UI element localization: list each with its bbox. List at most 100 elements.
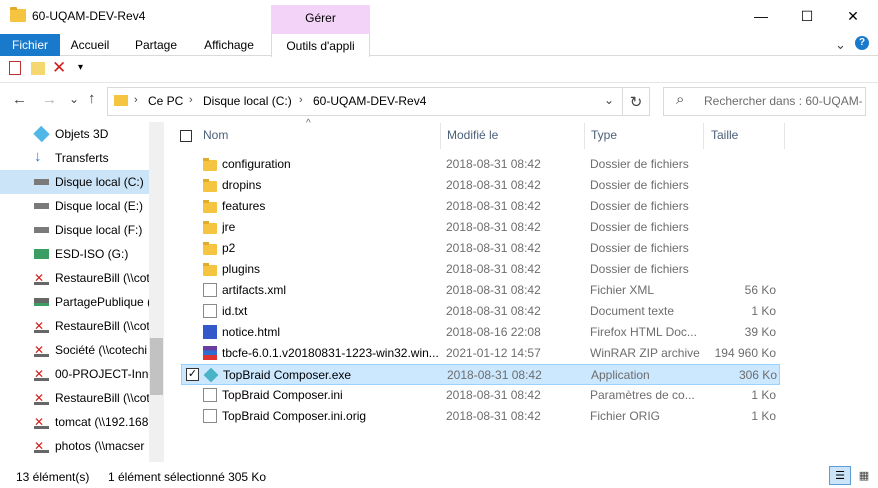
refresh-button[interactable]: ↻ xyxy=(622,87,650,116)
nav-item-disque-f[interactable]: Disque local (F:) xyxy=(0,218,149,242)
file-modified: 2018-08-31 08:42 xyxy=(446,199,541,213)
file-row[interactable]: tbcfe-6.0.1.v20180831-1223-win32.win... … xyxy=(181,343,780,364)
properties-icon[interactable] xyxy=(9,61,21,75)
file-row[interactable]: features 2018-08-31 08:42 Dossier de fic… xyxy=(181,196,780,217)
nav-item-esd-iso[interactable]: ESD-ISO (G:) xyxy=(0,242,149,266)
nav-item-network-drive[interactable]: ✕ 00-PROJECT-Inno xyxy=(0,362,149,386)
network-drive-disconnected-icon: ✕ xyxy=(34,415,49,429)
file-type: Document texte xyxy=(590,304,675,318)
tab-partage[interactable]: Partage xyxy=(127,34,185,56)
nav-item-network-drive[interactable]: ✕ RestaureBill (\\cot xyxy=(0,266,149,290)
tab-affichage[interactable]: Affichage xyxy=(196,34,262,56)
column-divider[interactable] xyxy=(703,123,704,149)
file-row-selected[interactable]: ✓ TopBraid Composer.exe 2018-08-31 08:42… xyxy=(181,364,780,385)
file-type: Dossier de fichiers xyxy=(590,220,689,234)
breadcrumb-separator[interactable]: › xyxy=(299,94,303,106)
file-row[interactable]: id.txt 2018-08-31 08:42 Document texte 1… xyxy=(181,301,780,322)
ribbon-collapse-icon[interactable]: ⌄ xyxy=(835,37,846,53)
nav-scrollbar-thumb[interactable] xyxy=(150,338,163,395)
network-drive-disconnected-icon: ✕ xyxy=(34,343,49,357)
network-drive-disconnected-icon: ✕ xyxy=(34,271,49,285)
file-row[interactable]: plugins 2018-08-31 08:42 Dossier de fich… xyxy=(181,259,780,280)
folder-icon xyxy=(203,179,217,192)
nav-item-disque-c[interactable]: Disque local (C:) xyxy=(0,170,149,194)
back-arrow-icon[interactable]: ← xyxy=(12,91,27,108)
column-header-size[interactable]: Taille xyxy=(711,128,738,144)
file-row[interactable]: jre 2018-08-31 08:42 Dossier de fichiers xyxy=(181,217,780,238)
drive-icon xyxy=(34,203,49,209)
nav-item-transferts[interactable]: ↓ Transferts xyxy=(0,146,149,170)
file-name: notice.html xyxy=(222,325,281,339)
column-divider[interactable] xyxy=(784,123,785,149)
drive-icon xyxy=(34,227,49,233)
file-type: Application xyxy=(591,368,650,382)
file-modified: 2018-08-31 08:42 xyxy=(446,283,541,297)
selection-status: 1 élément sélectionné 305 Ko xyxy=(108,470,267,484)
forward-arrow-icon[interactable]: → xyxy=(42,91,57,108)
file-size: 1 Ko xyxy=(751,304,776,318)
file-name: p2 xyxy=(222,241,236,255)
close-button[interactable]: ✕ xyxy=(830,0,876,32)
help-icon[interactable]: ? xyxy=(855,36,869,50)
file-row[interactable]: TopBraid Composer.ini 2018-08-31 08:42 P… xyxy=(181,385,780,406)
large-icons-view-icon[interactable]: ▦ xyxy=(853,466,875,485)
file-modified: 2018-08-31 08:42 xyxy=(446,388,541,402)
breadcrumb-separator[interactable]: › xyxy=(189,94,193,106)
column-header-modified[interactable]: Modifié le xyxy=(447,128,498,144)
network-drive-disconnected-icon: ✕ xyxy=(34,319,49,333)
file-row[interactable]: TopBraid Composer.ini.orig 2018-08-31 08… xyxy=(181,406,780,427)
nav-scrollbar[interactable] xyxy=(149,122,164,462)
nav-item-disque-e[interactable]: Disque local (E:) xyxy=(0,194,149,218)
file-row[interactable]: p2 2018-08-31 08:42 Dossier de fichiers xyxy=(181,238,780,259)
file-name: id.txt xyxy=(222,304,248,318)
nav-item-network-drive[interactable]: ✕ tomcat (\\192.168 xyxy=(0,410,149,434)
file-modified: 2018-08-31 08:42 xyxy=(446,262,541,276)
file-name: TopBraid Composer.ini xyxy=(222,388,343,402)
row-checkbox[interactable]: ✓ xyxy=(186,368,199,381)
nav-item-network-drive[interactable]: ✕ RestaureBill (\\cot xyxy=(0,314,149,338)
column-divider[interactable] xyxy=(584,123,585,149)
file-name: jre xyxy=(222,220,236,234)
file-name: plugins xyxy=(222,262,261,276)
nav-item-network-drive[interactable]: ✕ photos (\\macser xyxy=(0,434,149,458)
up-arrow-icon[interactable]: ↑ xyxy=(88,90,96,107)
nav-item-network-drive[interactable]: ✕ Société (\\cotechi xyxy=(0,338,149,362)
file-type: Firefox HTML Doc... xyxy=(590,325,697,339)
delete-icon[interactable]: ✕ xyxy=(52,58,66,78)
nav-item-network-drive[interactable]: ✕ RestaureBill (\\cot xyxy=(0,386,149,410)
details-view-icon[interactable]: ☰ xyxy=(829,466,851,485)
file-modified: 2018-08-31 08:42 xyxy=(446,178,541,192)
breadcrumb-disque-c[interactable]: Disque local (C:) xyxy=(203,94,292,108)
new-folder-icon[interactable] xyxy=(31,62,45,75)
xml-file-icon xyxy=(203,283,217,297)
tab-outils-appli[interactable]: Outils d'appli xyxy=(271,34,370,57)
nav-item-network-drive[interactable]: PartagePublique ( xyxy=(0,290,149,314)
address-dropdown-icon[interactable]: ⌄ xyxy=(604,93,614,107)
breadcrumb-ce-pc[interactable]: Ce PC xyxy=(148,94,183,108)
file-row[interactable]: dropins 2018-08-31 08:42 Dossier de fich… xyxy=(181,175,780,196)
breadcrumb-current-folder[interactable]: 60-UQAM-DEV-Rev4 xyxy=(313,94,426,108)
column-header-type[interactable]: Type xyxy=(591,128,617,144)
tab-fichier[interactable]: Fichier xyxy=(0,34,60,56)
nav-item-objets-3d[interactable]: Objets 3D xyxy=(0,122,149,146)
file-row[interactable]: artifacts.xml 2018-08-31 08:42 Fichier X… xyxy=(181,280,780,301)
column-divider[interactable] xyxy=(440,123,441,149)
column-header-name[interactable]: Nom xyxy=(203,128,228,144)
tab-accueil[interactable]: Accueil xyxy=(62,34,118,56)
minimize-button[interactable]: — xyxy=(738,0,784,32)
folder-icon xyxy=(203,158,217,171)
file-row[interactable]: notice.html 2018-08-16 22:08 Firefox HTM… xyxy=(181,322,780,343)
recent-locations-icon[interactable]: ⌄ xyxy=(69,92,79,106)
file-name: TopBraid Composer.ini.orig xyxy=(222,409,367,423)
nav-item-label: 00-PROJECT-Inno xyxy=(55,367,149,381)
item-count: 13 élément(s) xyxy=(16,470,90,484)
file-row[interactable]: configuration 2018-08-31 08:42 Dossier d… xyxy=(181,154,780,175)
select-all-checkbox[interactable] xyxy=(180,130,192,142)
nav-item-label: Transferts xyxy=(55,151,109,165)
maximize-button[interactable]: ☐ xyxy=(784,0,830,32)
qat-customize-icon[interactable]: ▾ xyxy=(78,62,83,73)
settings-file-icon xyxy=(203,388,217,402)
file-name: features xyxy=(222,199,266,213)
breadcrumb-separator[interactable]: › xyxy=(134,94,138,106)
nav-item-label: Disque local (C:) xyxy=(55,175,144,189)
